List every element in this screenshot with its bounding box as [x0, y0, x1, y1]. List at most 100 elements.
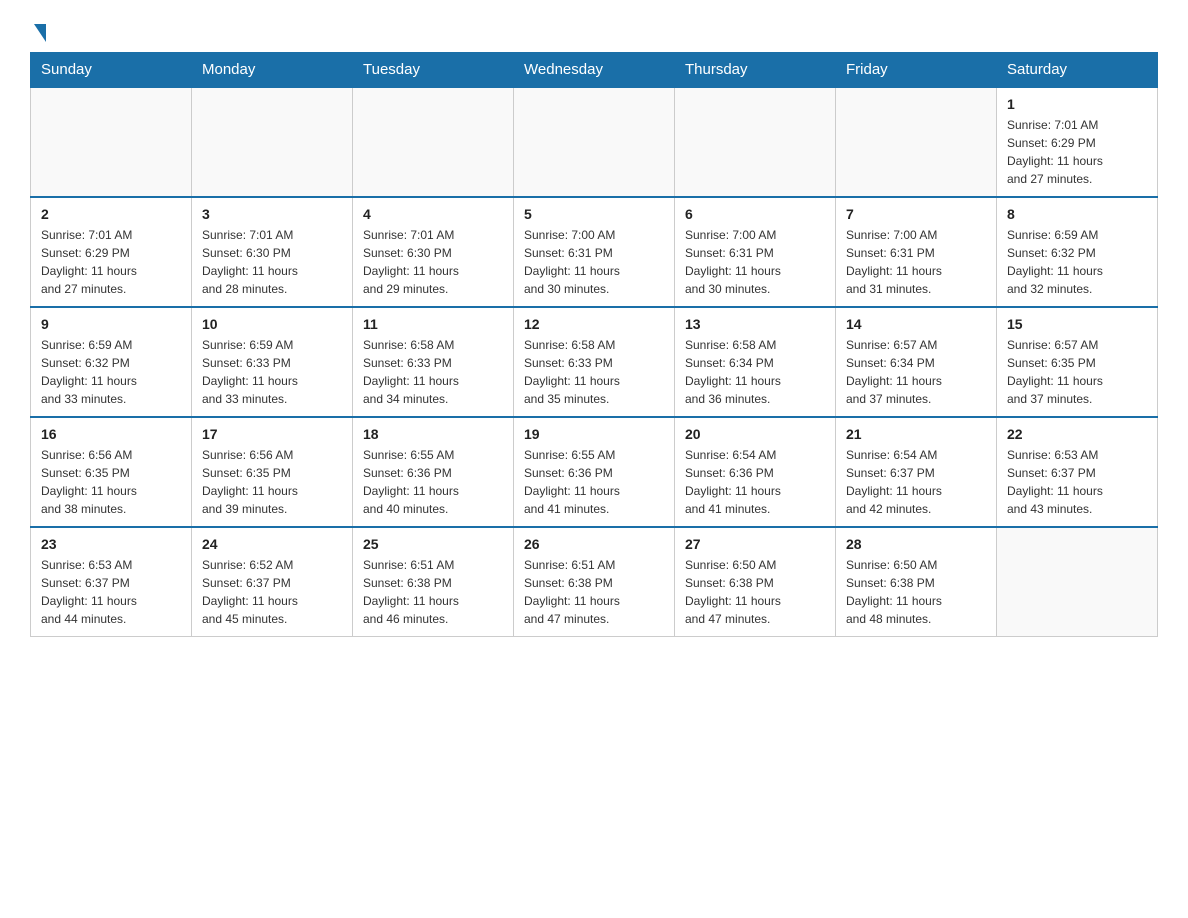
calendar-cell: 26 Sunrise: 6:51 AM Sunset: 6:38 PM Dayli… [514, 527, 675, 637]
day-info: Sunrise: 6:56 AM Sunset: 6:35 PM Dayligh… [41, 446, 181, 518]
calendar-cell: 23 Sunrise: 6:53 AM Sunset: 6:37 PM Dayli… [31, 527, 192, 637]
weekday-header-monday: Monday [192, 53, 353, 88]
calendar-cell: 7 Sunrise: 7:00 AM Sunset: 6:31 PM Daylig… [836, 197, 997, 307]
calendar-cell: 6 Sunrise: 7:00 AM Sunset: 6:31 PM Daylig… [675, 197, 836, 307]
day-number: 24 [202, 536, 342, 552]
logo [30, 20, 46, 42]
calendar-cell: 4 Sunrise: 7:01 AM Sunset: 6:30 PM Daylig… [353, 197, 514, 307]
day-number: 14 [846, 316, 986, 332]
day-number: 11 [363, 316, 503, 332]
calendar-cell: 15 Sunrise: 6:57 AM Sunset: 6:35 PM Dayli… [997, 307, 1158, 417]
day-number: 2 [41, 206, 181, 222]
weekday-header-row: SundayMondayTuesdayWednesdayThursdayFrid… [31, 53, 1158, 88]
logo-arrow-icon [34, 24, 46, 42]
calendar-cell [192, 87, 353, 197]
day-info: Sunrise: 6:58 AM Sunset: 6:34 PM Dayligh… [685, 336, 825, 408]
day-number: 28 [846, 536, 986, 552]
calendar-cell [514, 87, 675, 197]
day-number: 22 [1007, 426, 1147, 442]
day-info: Sunrise: 6:53 AM Sunset: 6:37 PM Dayligh… [41, 556, 181, 628]
day-info: Sunrise: 7:00 AM Sunset: 6:31 PM Dayligh… [846, 226, 986, 298]
calendar-cell [836, 87, 997, 197]
calendar-cell [675, 87, 836, 197]
day-number: 7 [846, 206, 986, 222]
day-info: Sunrise: 6:56 AM Sunset: 6:35 PM Dayligh… [202, 446, 342, 518]
day-number: 21 [846, 426, 986, 442]
calendar-cell: 13 Sunrise: 6:58 AM Sunset: 6:34 PM Dayli… [675, 307, 836, 417]
calendar-cell: 12Sunrise: 6:58 AM Sunset: 6:33 PM Dayli… [514, 307, 675, 417]
weekday-header-thursday: Thursday [675, 53, 836, 88]
calendar-cell: 24 Sunrise: 6:52 AM Sunset: 6:37 PM Dayli… [192, 527, 353, 637]
calendar-cell: 1 Sunrise: 7:01 AM Sunset: 6:29 PM Daylig… [997, 87, 1158, 197]
day-info: Sunrise: 6:54 AM Sunset: 6:37 PM Dayligh… [846, 446, 986, 518]
calendar-cell [31, 87, 192, 197]
calendar-cell: 14 Sunrise: 6:57 AM Sunset: 6:34 PM Dayli… [836, 307, 997, 417]
day-number: 26 [524, 536, 664, 552]
day-number: 6 [685, 206, 825, 222]
day-info: Sunrise: 6:53 AM Sunset: 6:37 PM Dayligh… [1007, 446, 1147, 518]
day-info: Sunrise: 7:01 AM Sunset: 6:29 PM Dayligh… [1007, 116, 1147, 188]
day-info: Sunrise: 6:59 AM Sunset: 6:32 PM Dayligh… [41, 336, 181, 408]
calendar-cell: 17 Sunrise: 6:56 AM Sunset: 6:35 PM Dayli… [192, 417, 353, 527]
day-info: Sunrise: 6:59 AM Sunset: 6:33 PM Dayligh… [202, 336, 342, 408]
day-info: Sunrise: 6:55 AM Sunset: 6:36 PM Dayligh… [524, 446, 664, 518]
page-header [30, 20, 1158, 42]
weekday-header-tuesday: Tuesday [353, 53, 514, 88]
day-number: 17 [202, 426, 342, 442]
day-info: Sunrise: 7:01 AM Sunset: 6:30 PM Dayligh… [202, 226, 342, 298]
day-number: 16 [41, 426, 181, 442]
day-number: 3 [202, 206, 342, 222]
weekday-header-friday: Friday [836, 53, 997, 88]
day-number: 20 [685, 426, 825, 442]
calendar-cell: 28 Sunrise: 6:50 AM Sunset: 6:38 PM Dayli… [836, 527, 997, 637]
calendar-cell: 18 Sunrise: 6:55 AM Sunset: 6:36 PM Dayli… [353, 417, 514, 527]
calendar-table: SundayMondayTuesdayWednesdayThursdayFrid… [30, 52, 1158, 637]
day-info: Sunrise: 6:58 AM Sunset: 6:33 PM Dayligh… [363, 336, 503, 408]
day-number: 8 [1007, 206, 1147, 222]
weekday-header-wednesday: Wednesday [514, 53, 675, 88]
calendar-cell: 25Sunrise: 6:51 AM Sunset: 6:38 PM Dayli… [353, 527, 514, 637]
day-info: Sunrise: 7:01 AM Sunset: 6:30 PM Dayligh… [363, 226, 503, 298]
weekday-header-sunday: Sunday [31, 53, 192, 88]
day-number: 10 [202, 316, 342, 332]
day-info: Sunrise: 6:52 AM Sunset: 6:37 PM Dayligh… [202, 556, 342, 628]
calendar-cell [997, 527, 1158, 637]
calendar-cell: 5Sunrise: 7:00 AM Sunset: 6:31 PM Daylig… [514, 197, 675, 307]
calendar-cell: 8Sunrise: 6:59 AM Sunset: 6:32 PM Daylig… [997, 197, 1158, 307]
calendar-cell: 22 Sunrise: 6:53 AM Sunset: 6:37 PM Dayli… [997, 417, 1158, 527]
day-info: Sunrise: 6:57 AM Sunset: 6:35 PM Dayligh… [1007, 336, 1147, 408]
calendar-cell: 27Sunrise: 6:50 AM Sunset: 6:38 PM Dayli… [675, 527, 836, 637]
calendar-cell: 2 Sunrise: 7:01 AM Sunset: 6:29 PM Daylig… [31, 197, 192, 307]
calendar-cell: 16 Sunrise: 6:56 AM Sunset: 6:35 PM Dayli… [31, 417, 192, 527]
day-info: Sunrise: 7:00 AM Sunset: 6:31 PM Dayligh… [685, 226, 825, 298]
day-number: 1 [1007, 96, 1147, 112]
calendar-cell [353, 87, 514, 197]
day-number: 4 [363, 206, 503, 222]
day-number: 5 [524, 206, 664, 222]
day-number: 13 [685, 316, 825, 332]
calendar-week-row: 16 Sunrise: 6:56 AM Sunset: 6:35 PM Dayli… [31, 417, 1158, 527]
calendar-week-row: 9 Sunrise: 6:59 AM Sunset: 6:32 PM Daylig… [31, 307, 1158, 417]
day-info: Sunrise: 6:55 AM Sunset: 6:36 PM Dayligh… [363, 446, 503, 518]
day-number: 25 [363, 536, 503, 552]
day-number: 19 [524, 426, 664, 442]
day-number: 15 [1007, 316, 1147, 332]
day-number: 27 [685, 536, 825, 552]
day-info: Sunrise: 6:50 AM Sunset: 6:38 PM Dayligh… [846, 556, 986, 628]
day-number: 12 [524, 316, 664, 332]
weekday-header-saturday: Saturday [997, 53, 1158, 88]
calendar-cell: 10 Sunrise: 6:59 AM Sunset: 6:33 PM Dayli… [192, 307, 353, 417]
day-info: Sunrise: 6:57 AM Sunset: 6:34 PM Dayligh… [846, 336, 986, 408]
day-info: Sunrise: 7:01 AM Sunset: 6:29 PM Dayligh… [41, 226, 181, 298]
calendar-week-row: 2 Sunrise: 7:01 AM Sunset: 6:29 PM Daylig… [31, 197, 1158, 307]
calendar-week-row: 23 Sunrise: 6:53 AM Sunset: 6:37 PM Dayli… [31, 527, 1158, 637]
day-number: 23 [41, 536, 181, 552]
day-number: 18 [363, 426, 503, 442]
day-number: 9 [41, 316, 181, 332]
calendar-cell: 11 Sunrise: 6:58 AM Sunset: 6:33 PM Dayli… [353, 307, 514, 417]
calendar-week-row: 1 Sunrise: 7:01 AM Sunset: 6:29 PM Daylig… [31, 87, 1158, 197]
calendar-cell: 3 Sunrise: 7:01 AM Sunset: 6:30 PM Daylig… [192, 197, 353, 307]
day-info: Sunrise: 6:54 AM Sunset: 6:36 PM Dayligh… [685, 446, 825, 518]
calendar-cell: 20 Sunrise: 6:54 AM Sunset: 6:36 PM Dayli… [675, 417, 836, 527]
day-info: Sunrise: 6:51 AM Sunset: 6:38 PM Dayligh… [524, 556, 664, 628]
